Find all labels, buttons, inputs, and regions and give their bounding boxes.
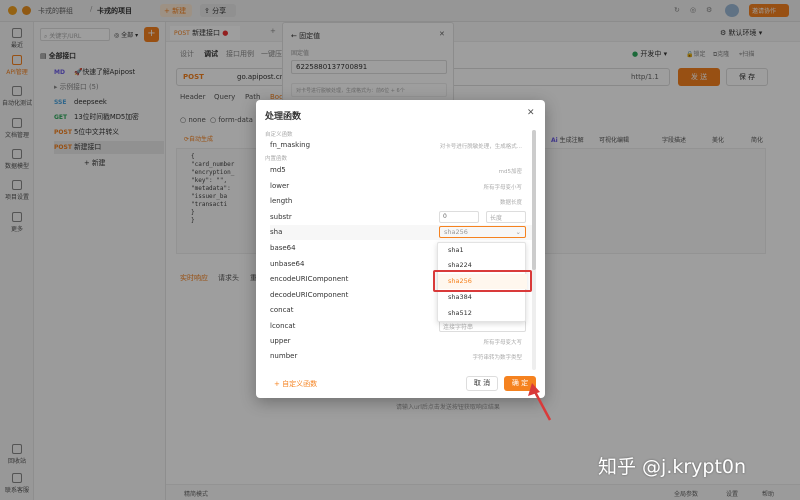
fn-hint: 数据长度 [499, 200, 522, 206]
fn-hint: 对卡号进行脱敏处理，生成格式... [439, 144, 522, 150]
substr-start-input[interactable]: 0 [439, 211, 479, 223]
custom-function-label: 自定义函数 [282, 380, 318, 388]
fn-name: substr [270, 213, 292, 221]
option-sha384[interactable]: sha384 [438, 290, 527, 305]
scroll-thumb[interactable] [532, 130, 536, 270]
option-sha512[interactable]: sha512 [438, 306, 527, 321]
cancel-button[interactable]: 取 消 [466, 376, 498, 391]
fn-hint: 字符串转为数字类型 [472, 355, 522, 361]
fn-name: lconcat [270, 322, 296, 330]
chevron-up-icon: ⌄ [515, 228, 521, 236]
fn-row-substr[interactable]: substr 0 长度 [270, 210, 532, 225]
fn-hint: 所有字母变小写 [483, 185, 522, 191]
fn-name: length [270, 197, 293, 205]
dialog-close-icon[interactable]: ✕ [527, 108, 535, 118]
arrow-line [532, 389, 552, 421]
fn-row-number[interactable]: number 字符串转为数字类型 [270, 349, 532, 364]
sha-select-value: sha256 [444, 228, 468, 236]
arrow-head [528, 383, 540, 396]
fn-name: concat [270, 306, 294, 314]
fn-name: encodeURIComponent [270, 275, 349, 283]
fn-row-md5[interactable]: md5 md5加密 [270, 163, 532, 178]
fn-name: decodeURIComponent [270, 291, 349, 299]
fn-name: lower [270, 182, 290, 190]
fn-name: base64 [270, 244, 296, 252]
fn-row-upper[interactable]: upper 所有字母变大写 [270, 334, 532, 349]
custom-function-link[interactable]: + 自定义函数 [274, 379, 317, 389]
annotation-arrow [528, 383, 552, 421]
fn-row-lower[interactable]: lower 所有字母变小写 [270, 179, 532, 194]
fn-name: number [270, 352, 298, 360]
fn-hint: 所有字母变大写 [483, 340, 522, 346]
dialog-title: 处理函数 [265, 112, 302, 122]
fn-name: upper [270, 337, 291, 345]
fn-name: md5 [270, 166, 286, 174]
fn-row-length[interactable]: length 数据长度 [270, 194, 532, 209]
fn-hint: md5加密 [498, 169, 522, 175]
dialog-scrollbar[interactable] [532, 130, 536, 370]
custom-section-label: 自定义函数 [265, 132, 293, 138]
fn-name: fn_masking [270, 141, 311, 149]
fn-name: unbase64 [270, 260, 305, 268]
builtin-section-label: 内置函数 [265, 156, 288, 162]
substr-length-input[interactable]: 长度 [486, 211, 526, 223]
watermark: 知乎 @j.krypt0n [598, 456, 747, 478]
fn-row-fn_masking[interactable]: fn_masking 对卡号进行脱敏处理，生成格式... [270, 138, 532, 153]
fn-row-sha[interactable]: sha sha256 ⌄ [270, 225, 532, 240]
fn-name: sha [270, 228, 283, 236]
option-sha1[interactable]: sha1 [438, 243, 527, 258]
highlight-box [433, 270, 532, 292]
sha-select[interactable]: sha256 ⌄ [439, 226, 526, 238]
